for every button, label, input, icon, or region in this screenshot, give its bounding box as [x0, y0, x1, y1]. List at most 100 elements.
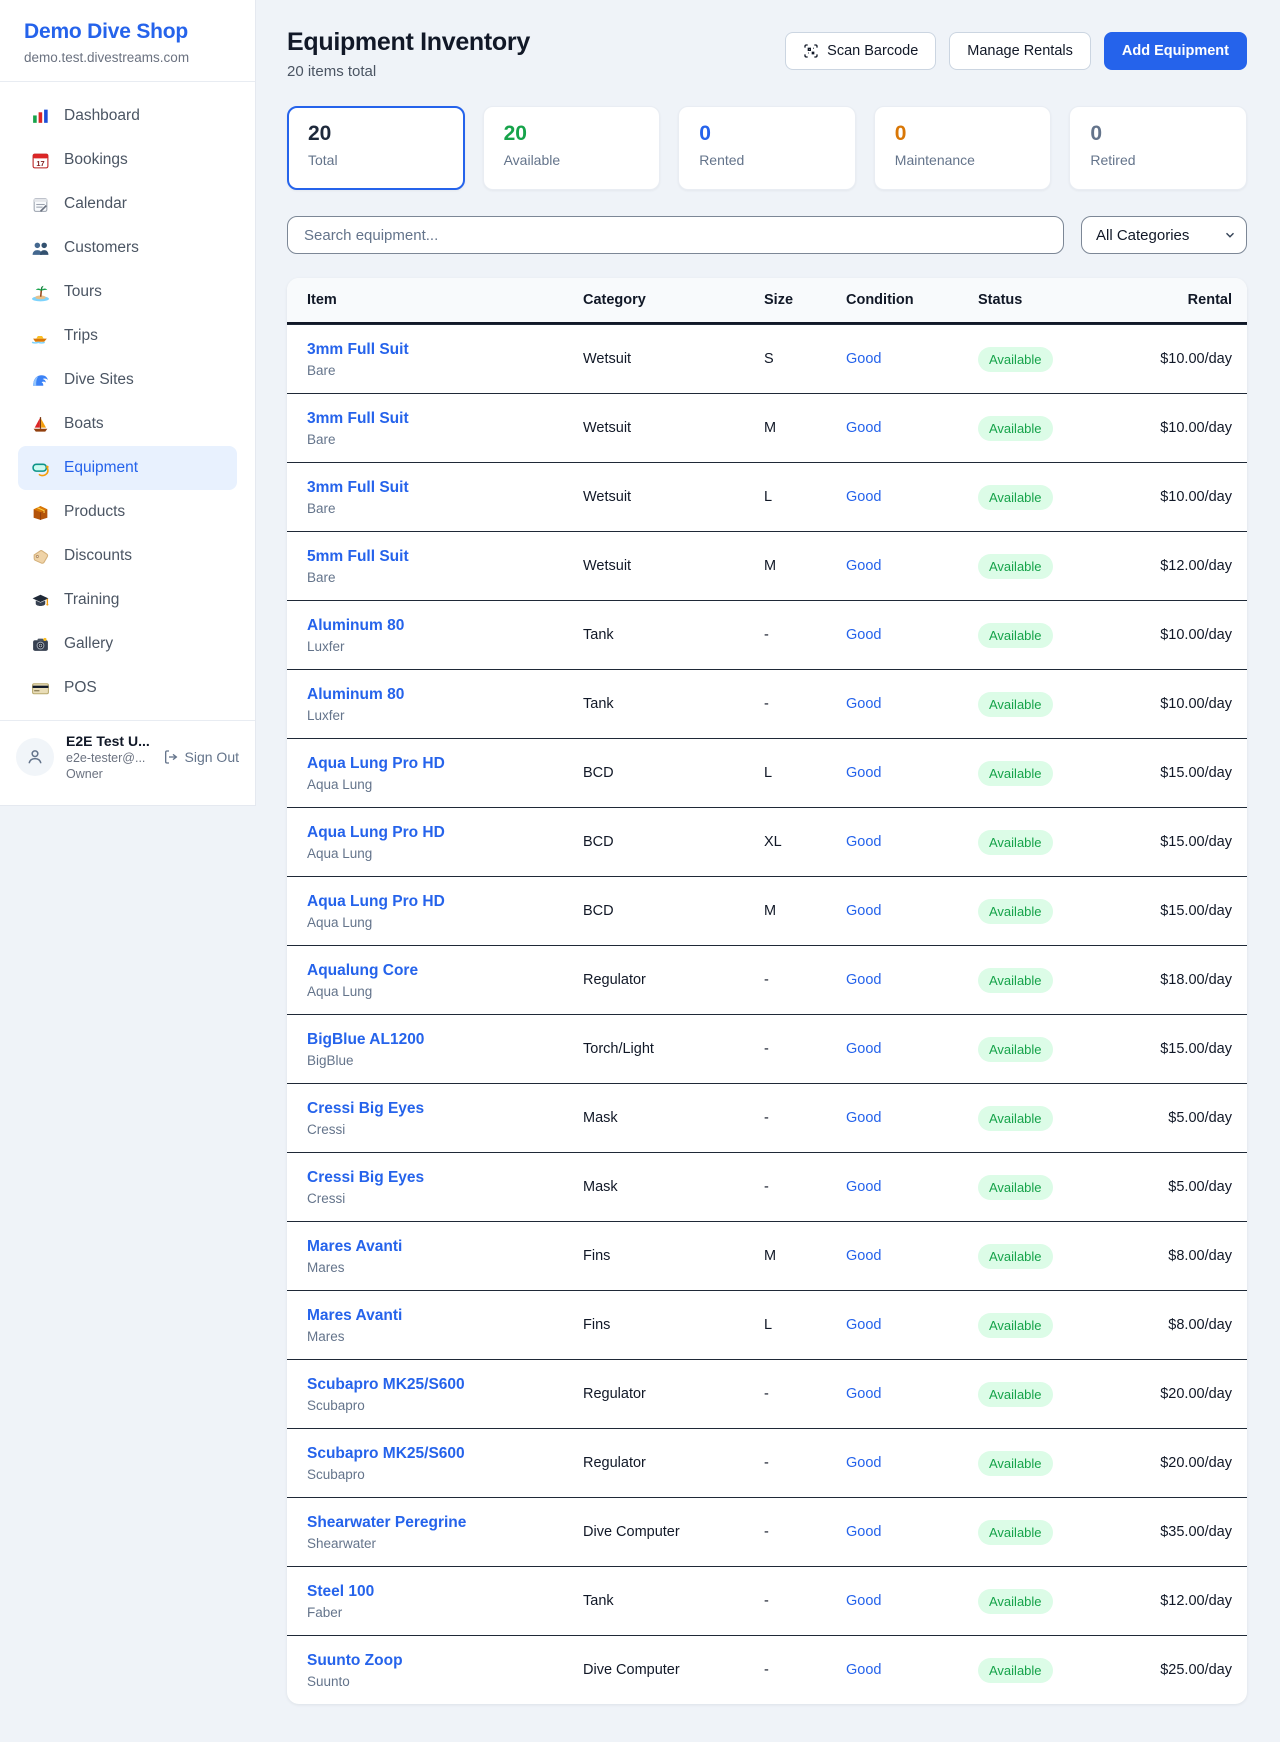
equipment-name-link[interactable]: Aqua Lung Pro HD	[307, 824, 445, 842]
items-count: 20 items total	[287, 63, 530, 80]
manage-rentals-button[interactable]: Manage Rentals	[949, 32, 1091, 70]
equipment-name-link[interactable]: 3mm Full Suit	[307, 410, 409, 428]
stat-card[interactable]: 20 Total	[287, 106, 465, 190]
equipment-name-link[interactable]: Cressi Big Eyes	[307, 1100, 424, 1118]
equipment-name-link[interactable]: BigBlue AL1200	[307, 1031, 424, 1049]
equipment-name-link[interactable]: Cressi Big Eyes	[307, 1169, 424, 1187]
sidebar-item-trips[interactable]: Trips	[18, 314, 237, 358]
stat-value: 0	[699, 122, 835, 146]
category-select-wrap: All Categories	[1081, 216, 1247, 254]
sidebar-item-pos[interactable]: POS	[18, 666, 237, 710]
category-cell: BCD	[583, 903, 764, 919]
equipment-brand: Bare	[307, 570, 583, 585]
condition-link[interactable]: Good	[846, 489, 978, 505]
condition-link[interactable]: Good	[846, 972, 978, 988]
equipment-brand: Cressi	[307, 1122, 583, 1137]
equipment-name-link[interactable]: Mares Avanti	[307, 1307, 402, 1325]
table-row: Scubapro MK25/S600 Scubapro Regulator - …	[287, 1428, 1247, 1497]
equipment-name-link[interactable]: Scubapro MK25/S600	[307, 1376, 465, 1394]
condition-link[interactable]: Good	[846, 1110, 978, 1126]
equipment-brand: Bare	[307, 363, 583, 378]
condition-link[interactable]: Good	[846, 627, 978, 643]
condition-link[interactable]: Good	[846, 1455, 978, 1471]
sidebar-item-gallery[interactable]: Gallery	[18, 622, 237, 666]
condition-link[interactable]: Good	[846, 1248, 978, 1264]
sidebar-item-bookings[interactable]: 17 Bookings	[18, 138, 237, 182]
add-equipment-button[interactable]: Add Equipment	[1104, 32, 1247, 70]
equipment-name-link[interactable]: Aluminum 80	[307, 686, 404, 704]
sidebar-item-products[interactable]: Products	[18, 490, 237, 534]
equipment-name-link[interactable]: 3mm Full Suit	[307, 479, 409, 497]
equipment-name-link[interactable]: Mares Avanti	[307, 1238, 402, 1256]
sidebar-item-customers[interactable]: Customers	[18, 226, 237, 270]
sidebar-item-training[interactable]: Training	[18, 578, 237, 622]
stat-value: 20	[308, 122, 444, 146]
table-row: 5mm Full Suit Bare Wetsuit M Good Availa…	[287, 531, 1247, 600]
equipment-brand: Aqua Lung	[307, 777, 583, 792]
sidebar-item-boats[interactable]: Boats	[18, 402, 237, 446]
condition-link[interactable]: Good	[846, 696, 978, 712]
equipment-brand: Aqua Lung	[307, 984, 583, 999]
condition-link[interactable]: Good	[846, 1662, 978, 1678]
stat-card[interactable]: 0 Rented	[678, 106, 856, 190]
scan-barcode-button[interactable]: Scan Barcode	[785, 32, 936, 70]
equipment-name-link[interactable]: Suunto Zoop	[307, 1652, 403, 1670]
stat-label: Rented	[699, 152, 835, 168]
equipment-name-link[interactable]: Shearwater Peregrine	[307, 1514, 466, 1532]
size-cell: L	[764, 489, 846, 505]
equipment-name-link[interactable]: Aqua Lung Pro HD	[307, 755, 445, 773]
sidebar-item-tours[interactable]: Tours	[18, 270, 237, 314]
condition-link[interactable]: Good	[846, 420, 978, 436]
condition-link[interactable]: Good	[846, 765, 978, 781]
condition-link[interactable]: Good	[846, 351, 978, 367]
equipment-name-link[interactable]: Aqualung Core	[307, 962, 418, 980]
size-cell: -	[764, 1593, 846, 1609]
brand-name[interactable]: Demo Dive Shop	[24, 20, 231, 44]
equipment-name-link[interactable]: 3mm Full Suit	[307, 341, 409, 359]
condition-link[interactable]: Good	[846, 1041, 978, 1057]
rental-rate: $10.00/day	[1158, 420, 1232, 436]
size-cell: M	[764, 420, 846, 436]
stat-card[interactable]: 0 Retired	[1069, 106, 1247, 190]
stat-label: Maintenance	[895, 152, 1031, 168]
category-cell: Regulator	[583, 1386, 764, 1402]
table-row: Aluminum 80 Luxfer Tank - Good Available…	[287, 600, 1247, 669]
condition-link[interactable]: Good	[846, 1593, 978, 1609]
status-badge: Available	[978, 692, 1053, 717]
condition-link[interactable]: Good	[846, 1386, 978, 1402]
status-cell: Available	[978, 1589, 1158, 1614]
sidebar-item-dashboard[interactable]: Dashboard	[18, 94, 237, 138]
stat-card[interactable]: 20 Available	[483, 106, 661, 190]
equipment-name-link[interactable]: Aluminum 80	[307, 617, 404, 635]
condition-link[interactable]: Good	[846, 834, 978, 850]
stat-card[interactable]: 0 Maintenance	[874, 106, 1052, 190]
condition-link[interactable]: Good	[846, 903, 978, 919]
equipment-name-link[interactable]: Scubapro MK25/S600	[307, 1445, 465, 1463]
status-cell: Available	[978, 1520, 1158, 1545]
equipment-name-link[interactable]: Steel 100	[307, 1583, 374, 1601]
status-cell: Available	[978, 623, 1158, 648]
condition-link[interactable]: Good	[846, 1317, 978, 1333]
tag-icon	[30, 546, 50, 566]
sidebar-item-label: Calendar	[64, 195, 127, 213]
condition-link[interactable]: Good	[846, 558, 978, 574]
sidebar-item-discounts[interactable]: Discounts	[18, 534, 237, 578]
sidebar-item-label: Trips	[64, 327, 98, 345]
status-badge: Available	[978, 1244, 1053, 1269]
condition-link[interactable]: Good	[846, 1179, 978, 1195]
sidebar-item-label: Gallery	[64, 635, 113, 653]
sidebar-item-dive-sites[interactable]: Dive Sites	[18, 358, 237, 402]
sidebar-item-calendar[interactable]: Calendar	[18, 182, 237, 226]
status-badge: Available	[978, 1313, 1053, 1338]
category-select[interactable]: All Categories	[1081, 216, 1247, 254]
equipment-name-link[interactable]: Aqua Lung Pro HD	[307, 893, 445, 911]
wave-icon	[30, 370, 50, 390]
search-input[interactable]	[287, 216, 1064, 254]
equipment-name-link[interactable]: 5mm Full Suit	[307, 548, 409, 566]
condition-link[interactable]: Good	[846, 1524, 978, 1540]
svg-text:17: 17	[36, 158, 44, 167]
sign-out-label: Sign Out	[185, 749, 239, 765]
sign-out-button[interactable]: Sign Out	[163, 749, 239, 765]
category-cell: Regulator	[583, 972, 764, 988]
sidebar-item-equipment[interactable]: Equipment	[18, 446, 237, 490]
